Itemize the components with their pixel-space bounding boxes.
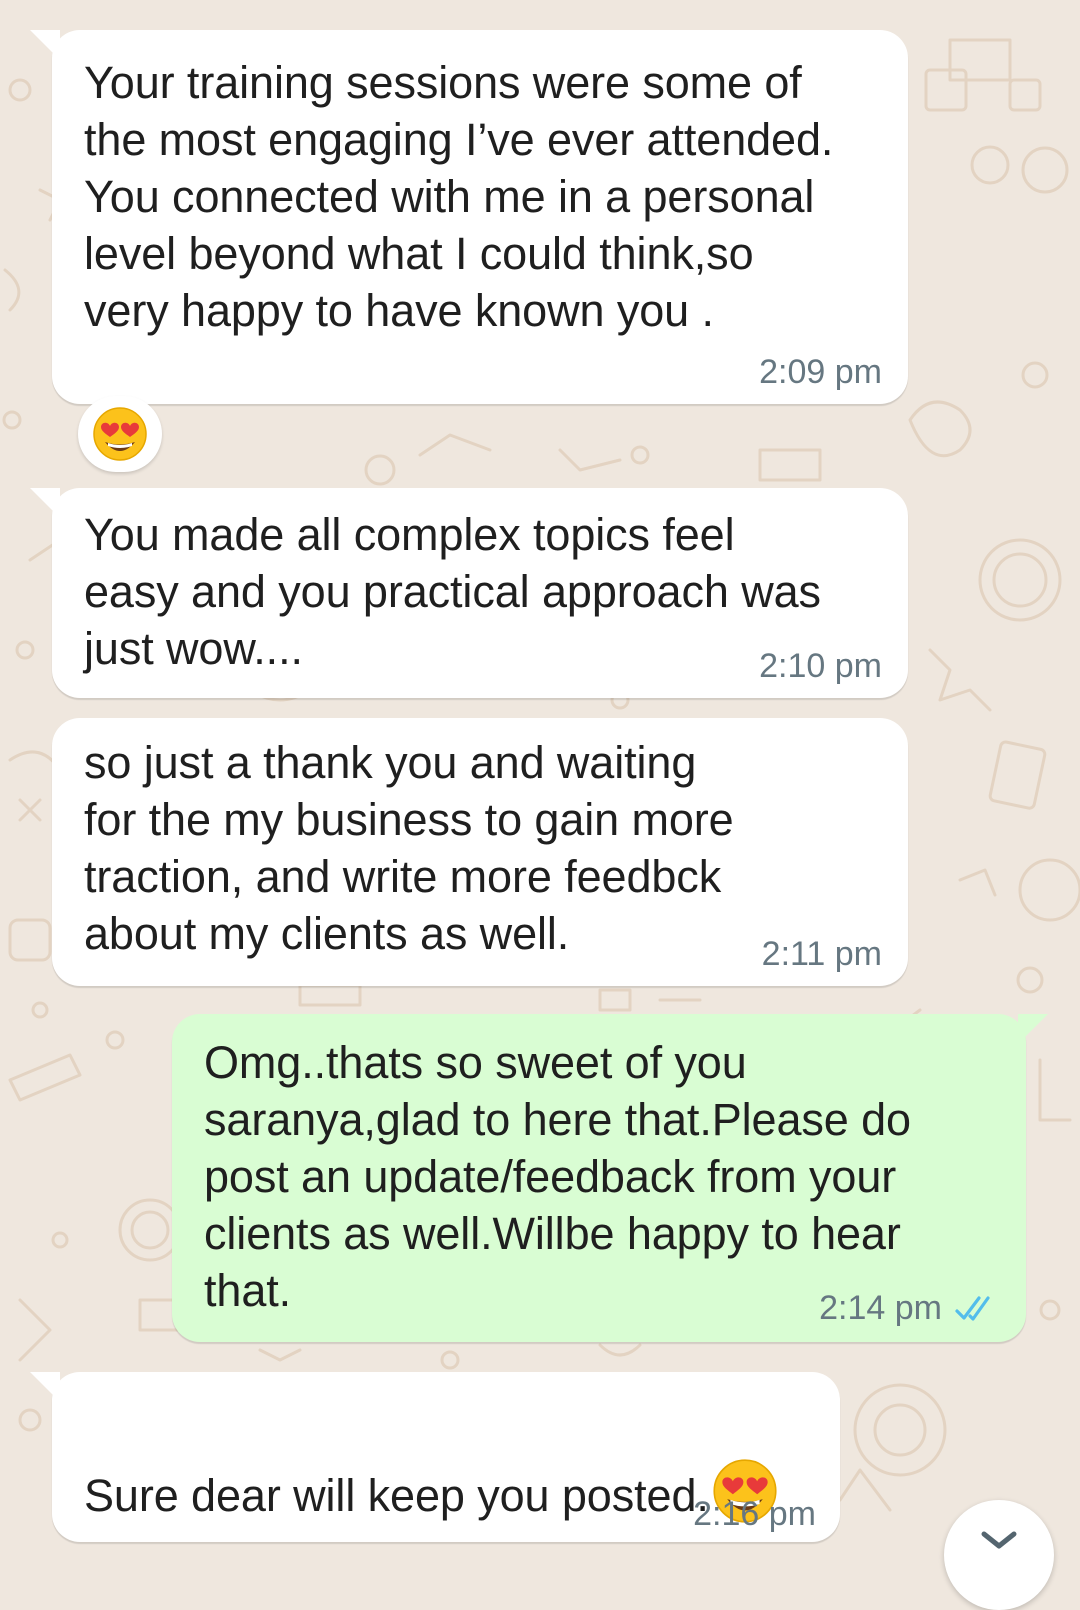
message-bubble-incoming[interactable]: Sure dear will keep you posted. 2:16 pm <box>30 1372 840 1542</box>
message-text: Your training sessions were some of the … <box>84 57 834 336</box>
read-receipt-icon <box>955 1296 990 1321</box>
message-timestamp: 2:09 pm <box>759 353 882 391</box>
message-text: so just a thank you and waiting for the … <box>84 737 734 959</box>
message-bubble-incoming[interactable]: Your training sessions were some of the … <box>30 30 908 404</box>
bubble-tail <box>30 30 60 60</box>
message-bubble-incoming[interactable]: so just a thank you and waiting for the … <box>52 718 908 986</box>
scroll-to-bottom-button[interactable] <box>944 1500 1054 1610</box>
message-text: Sure dear will keep you posted. <box>84 1400 779 1525</box>
heart-eyes-emoji-icon <box>93 407 147 461</box>
chevron-down-icon <box>981 1531 1017 1549</box>
message-text: You made all complex topics feel easy an… <box>84 509 821 674</box>
message-reaction[interactable] <box>78 396 162 472</box>
bubble-tail <box>30 488 60 518</box>
bubble-tail <box>1018 1014 1048 1044</box>
message-text: Omg..thats so sweet of you saranya,glad … <box>204 1037 911 1316</box>
message-bubble-outgoing[interactable]: Omg..thats so sweet of you saranya,glad … <box>172 1014 1048 1342</box>
bubble-tail <box>30 1372 60 1402</box>
message-timestamp: 2:10 pm <box>759 647 882 685</box>
message-timestamp: 2:14 pm <box>819 1289 942 1327</box>
message-timestamp: 2:11 pm <box>761 935 882 973</box>
message-text-content: Sure dear will keep you posted. <box>84 1470 709 1521</box>
message-timestamp: 2:16 pm <box>693 1495 816 1533</box>
message-bubble-incoming[interactable]: You made all complex topics feel easy an… <box>30 488 908 698</box>
